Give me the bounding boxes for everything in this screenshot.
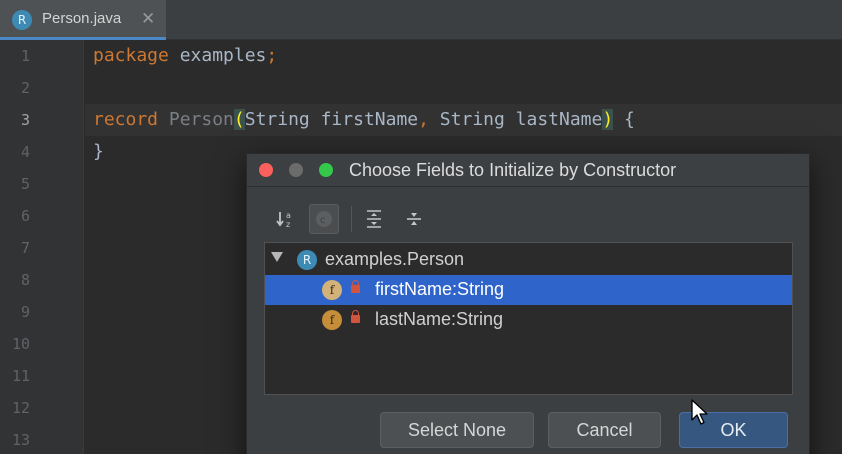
record-icon: R bbox=[12, 10, 32, 30]
dialog-title-bar: Choose Fields to Initialize by Construct… bbox=[247, 154, 809, 187]
show-classes-toggle[interactable]: c bbox=[309, 204, 339, 234]
line-number: 9 bbox=[20, 303, 30, 321]
line-number: 6 bbox=[20, 207, 30, 225]
semicolon: ; bbox=[266, 45, 278, 66]
select-none-button[interactable]: Select None bbox=[380, 412, 534, 448]
line-number: 2 bbox=[20, 79, 30, 97]
line-number: 5 bbox=[20, 175, 30, 193]
paren-close: ) bbox=[602, 109, 614, 130]
collapse-all-button[interactable] bbox=[399, 204, 429, 234]
window-maximize-button[interactable] bbox=[319, 163, 333, 177]
line-number: 7 bbox=[20, 239, 30, 257]
line-number: 10 bbox=[11, 335, 30, 353]
close-icon[interactable]: ✕ bbox=[141, 9, 155, 29]
param-first: String firstName bbox=[244, 109, 419, 130]
tab-person-java[interactable]: R Person.java ✕ bbox=[0, 0, 166, 40]
tree-field-row-firstname[interactable]: f firstName:String bbox=[265, 275, 792, 305]
keyword-record: record bbox=[93, 109, 159, 130]
dialog-title: Choose Fields to Initialize by Construct… bbox=[349, 160, 677, 180]
svg-text:c: c bbox=[320, 215, 326, 226]
window-minimize-button[interactable] bbox=[289, 163, 303, 177]
collapse-all-icon bbox=[407, 213, 421, 225]
window-close-button[interactable] bbox=[259, 163, 273, 177]
field-icon: f bbox=[322, 280, 342, 300]
code-line-3[interactable]: record Person(String firstName, String l… bbox=[93, 109, 635, 130]
cancel-button[interactable]: Cancel bbox=[548, 412, 661, 448]
line-number: 11 bbox=[11, 367, 30, 385]
tree-field-row-lastname[interactable]: f lastName:String bbox=[265, 305, 792, 335]
tree-root-row[interactable]: R examples.Person bbox=[265, 245, 792, 275]
private-lock-icon bbox=[351, 310, 360, 323]
code-line-1[interactable]: package examples; bbox=[93, 45, 277, 66]
line-number: 13 bbox=[11, 431, 30, 449]
sort-alphabetically-button[interactable]: a z bbox=[271, 204, 301, 234]
package-name: examples bbox=[168, 45, 267, 66]
field-icon: f bbox=[322, 310, 342, 330]
line-number: 4 bbox=[20, 143, 30, 161]
editor-tab-bar: R Person.java ✕ bbox=[0, 0, 842, 40]
keyword-package: package bbox=[93, 45, 169, 66]
line-number: 12 bbox=[11, 399, 30, 417]
expand-all-icon bbox=[367, 210, 381, 228]
line-number: 8 bbox=[20, 271, 30, 289]
tab-label: Person.java bbox=[42, 10, 122, 27]
fields-tree[interactable]: R examples.Person f firstName:String f l… bbox=[264, 242, 793, 395]
paren-open: ( bbox=[233, 109, 245, 130]
expand-all-button[interactable] bbox=[359, 204, 389, 234]
sort-alphabetically-icon: a z bbox=[276, 211, 291, 229]
param-comma: , bbox=[418, 109, 429, 130]
record-icon: R bbox=[297, 250, 317, 270]
expand-arrow-icon[interactable] bbox=[271, 252, 283, 262]
svg-text:z: z bbox=[286, 220, 290, 229]
line-number-gutter: 1 2 3 4 5 6 7 8 9 10 11 12 13 bbox=[0, 40, 84, 454]
tree-root-label: examples.Person bbox=[325, 249, 465, 269]
close-brace: } bbox=[93, 141, 104, 162]
field-label: firstName:String bbox=[375, 279, 505, 299]
code-line-4[interactable]: } bbox=[93, 141, 104, 162]
mouse-pointer-icon bbox=[691, 399, 708, 425]
record-name: Person bbox=[158, 109, 234, 130]
open-brace: { bbox=[613, 109, 635, 130]
choose-fields-dialog: Choose Fields to Initialize by Construct… bbox=[246, 153, 810, 454]
toolbar-separator bbox=[351, 206, 352, 232]
private-lock-icon bbox=[351, 280, 360, 293]
svg-text:a: a bbox=[286, 211, 291, 220]
line-number: 1 bbox=[20, 47, 30, 65]
param-last: String lastName bbox=[428, 109, 603, 130]
field-label: lastName:String bbox=[375, 309, 504, 329]
show-classes-icon: c bbox=[316, 211, 332, 227]
line-number-active: 3 bbox=[20, 111, 30, 129]
